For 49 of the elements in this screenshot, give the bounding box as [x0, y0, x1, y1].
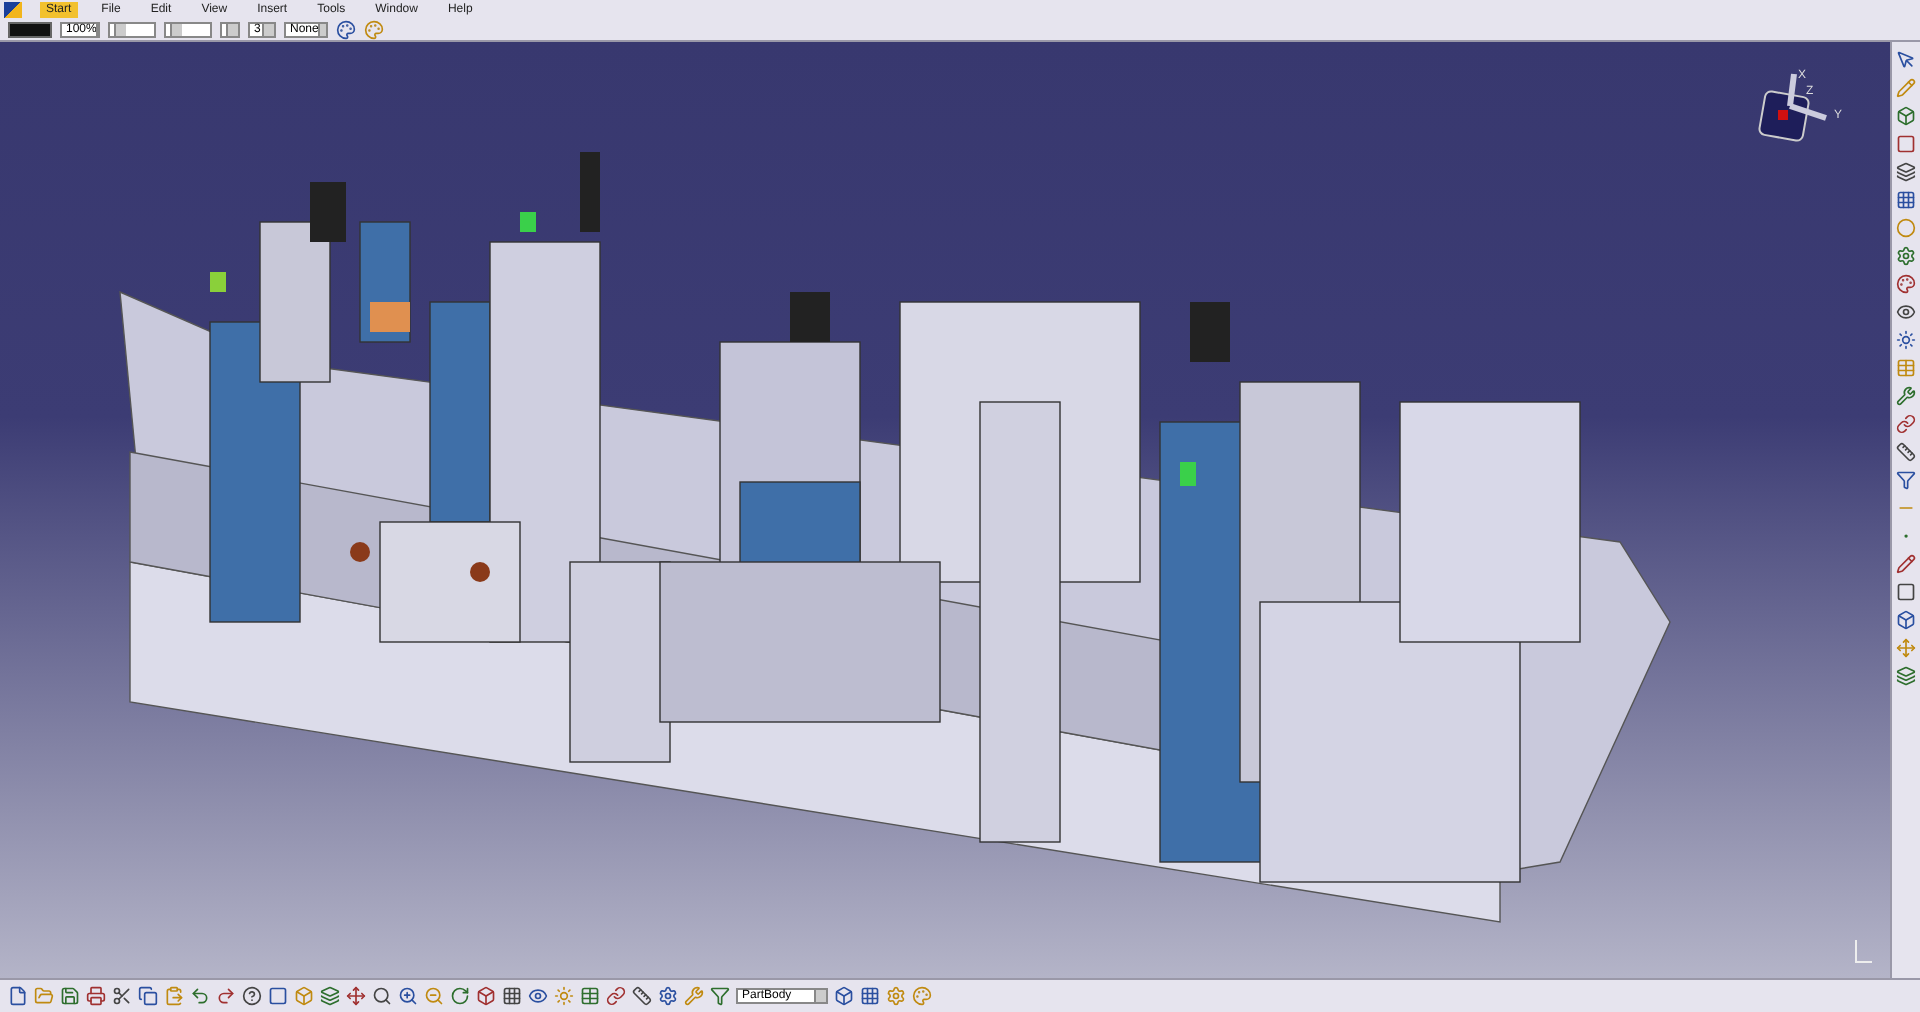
toolbar-icon[interactable]	[1896, 190, 1916, 210]
color-swatch-icon[interactable]	[8, 21, 52, 37]
toolbar-icon[interactable]	[1896, 274, 1916, 294]
toolbar-icon[interactable]	[450, 986, 470, 1006]
toolbar-icon[interactable]	[1896, 414, 1916, 434]
compass-icon[interactable]	[1757, 73, 1827, 143]
toolbar-icon[interactable]	[606, 986, 626, 1006]
toolbar-icon[interactable]	[1896, 134, 1916, 154]
toolbar-icon[interactable]	[138, 986, 158, 1006]
toolbar-icon[interactable]	[1896, 246, 1916, 266]
toolbar-icon[interactable]	[1896, 666, 1916, 686]
line-weight-dropdown[interactable]	[164, 21, 212, 37]
toolbar-icon[interactable]	[60, 986, 80, 1006]
toolbar-icon[interactable]	[268, 986, 288, 1006]
toolbar-icon[interactable]	[476, 986, 496, 1006]
toolbar-icon[interactable]	[1896, 610, 1916, 630]
toolbar-icon[interactable]	[710, 986, 730, 1006]
toolbar-icon[interactable]	[242, 986, 262, 1006]
toolbar-icon[interactable]	[1896, 50, 1916, 70]
toolbar-icon[interactable]	[372, 986, 392, 1006]
toolbar-icon[interactable]	[1896, 442, 1916, 462]
axis-triad-icon	[1855, 939, 1873, 963]
toolbar-icon[interactable]	[216, 986, 236, 1006]
toolbar-icon[interactable]	[1896, 330, 1916, 350]
toolbar-icon[interactable]	[1896, 386, 1916, 406]
toolbar-icon[interactable]	[632, 986, 652, 1006]
toolbar-icon[interactable]	[190, 986, 210, 1006]
toolbar-icon[interactable]	[860, 986, 880, 1006]
app-logo-icon	[4, 1, 22, 17]
toolbar-icon[interactable]	[1896, 106, 1916, 126]
toolbar-icon[interactable]	[398, 986, 418, 1006]
toolbar-icon[interactable]	[86, 986, 106, 1006]
toolbar-icon[interactable]	[1896, 554, 1916, 574]
toolbar-icon[interactable]	[528, 986, 548, 1006]
toolbar-icon[interactable]	[1896, 302, 1916, 322]
toolbar-icon[interactable]	[502, 986, 522, 1006]
toolbar-icon[interactable]	[580, 986, 600, 1006]
toolbar-icon[interactable]	[336, 19, 356, 39]
toolbar-icon[interactable]	[320, 986, 340, 1006]
point-dropdown[interactable]	[220, 21, 240, 37]
toolbar-icon[interactable]	[346, 986, 366, 1006]
line-type-dropdown[interactable]	[108, 21, 156, 37]
toolbar-icon[interactable]	[1896, 162, 1916, 182]
toolbar-icon[interactable]	[112, 986, 132, 1006]
toolbar-icon[interactable]	[8, 986, 28, 1006]
toolbar-icon[interactable]	[1896, 582, 1916, 602]
toolbar-icon[interactable]	[1896, 470, 1916, 490]
toolbar-icon[interactable]	[834, 986, 854, 1006]
toolbar-icon[interactable]	[658, 986, 678, 1006]
